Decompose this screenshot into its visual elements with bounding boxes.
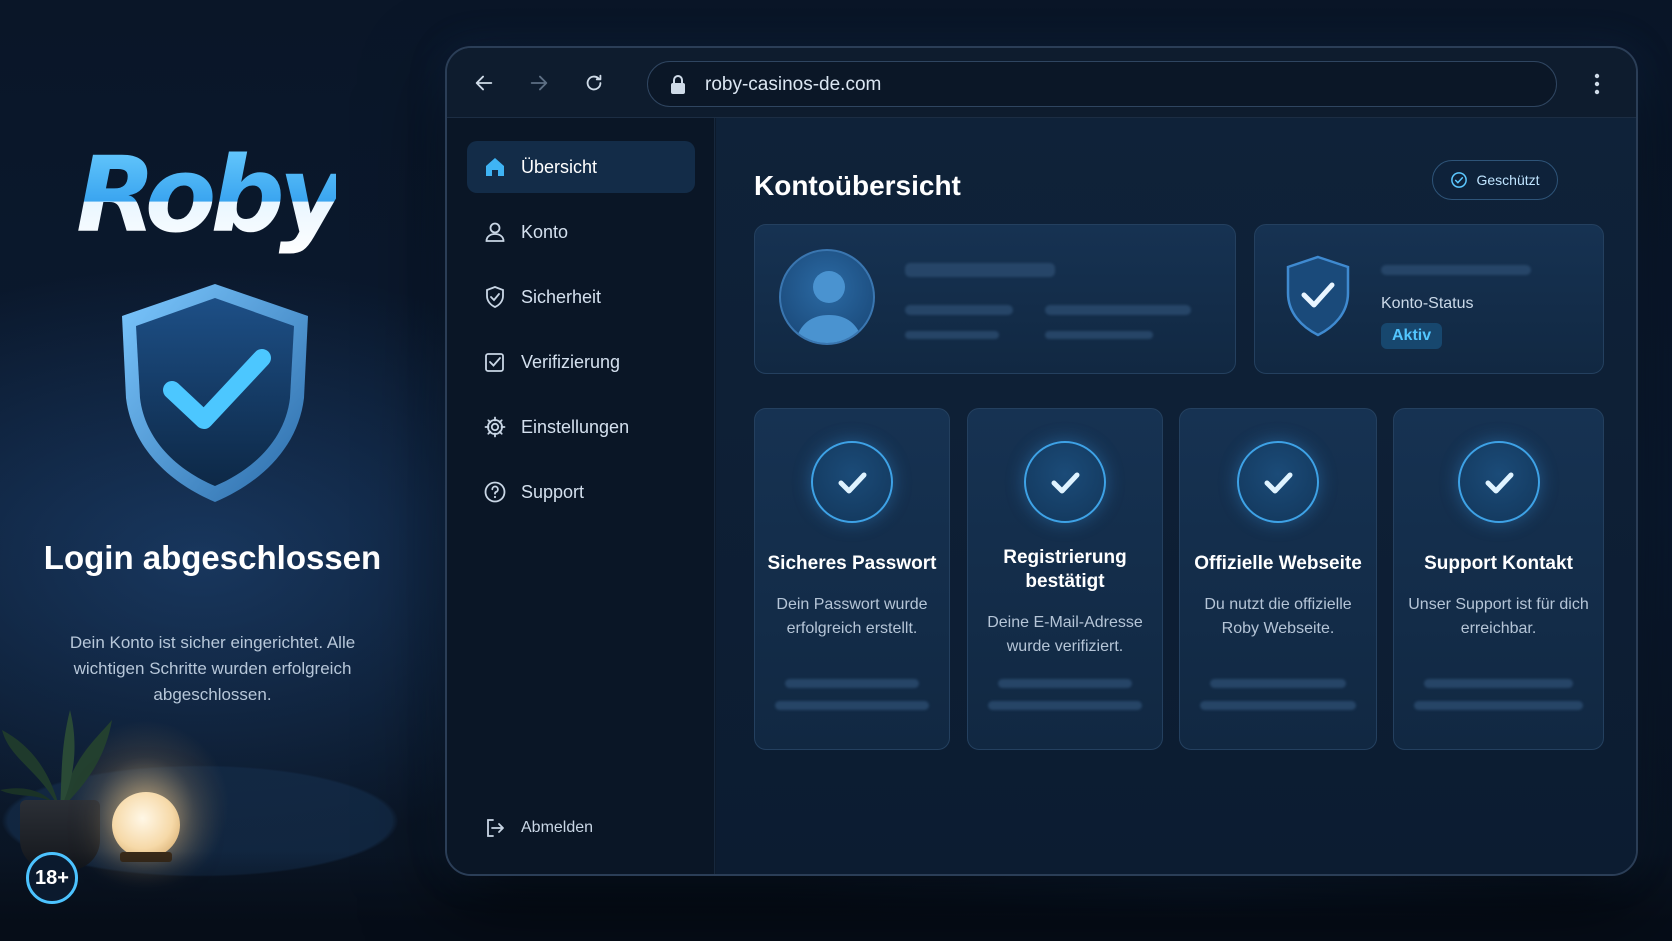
status-label: Konto-Status	[1381, 295, 1474, 312]
profile-card	[754, 224, 1236, 374]
placeholder-bar	[998, 679, 1132, 688]
checkbox-icon	[483, 350, 507, 374]
sidebar-item-konto[interactable]: Konto	[467, 206, 695, 258]
sidebar-item-label: Support	[521, 481, 585, 502]
placeholder-bar	[1424, 679, 1573, 688]
placeholder-bar	[1381, 265, 1531, 275]
forward-button[interactable]	[524, 68, 554, 98]
feature-card-registration: Registrierung bestätigt Deine E-Mail-Adr…	[967, 408, 1163, 750]
placeholder-bar	[905, 331, 999, 339]
placeholder-bar	[988, 701, 1142, 710]
hero-title: Login abgeschlossen	[43, 539, 382, 576]
feature-title: Support Kontakt	[1424, 553, 1573, 574]
sidebar: Übersicht Konto Sicherheit Verifizierung…	[447, 118, 715, 874]
check-circle-icon	[811, 441, 893, 523]
shield-check-icon	[122, 284, 308, 502]
feature-text: Dein Passwort wurde erfolgreich erstellt…	[776, 596, 928, 637]
feature-title: Registrierung bestätigt	[1003, 547, 1127, 592]
feature-title: Sicheres Passwort	[767, 553, 937, 574]
user-icon	[483, 220, 507, 244]
protected-label: Geschützt	[1476, 172, 1540, 188]
url-text: roby-casinos-de.com	[705, 74, 882, 95]
avatar	[779, 249, 875, 345]
placeholder-bar	[785, 679, 919, 688]
roby-logo: Roby	[76, 134, 347, 256]
back-button[interactable]	[469, 68, 499, 98]
placeholder-bar	[905, 263, 1055, 277]
arrow-left-icon	[475, 75, 493, 91]
address-bar[interactable]: roby-casinos-de.com	[647, 61, 1557, 107]
browser-toolbar: roby-casinos-de.com	[447, 48, 1636, 118]
shield-check-icon	[1286, 255, 1350, 337]
check-circle-icon	[1457, 441, 1540, 523]
arrow-right-icon	[530, 75, 548, 91]
user-avatar-icon	[795, 271, 863, 343]
sidebar-item-support[interactable]: Support	[467, 466, 695, 518]
logout-label: Abmelden	[521, 819, 594, 836]
main-content: Kontoübersicht Geschützt Konto-Status Ak…	[716, 118, 1636, 874]
hero-description: Dein Konto ist sicher eingerichtet. Alle…	[69, 633, 356, 704]
feature-text: Deine E-Mail-Adresse wurde verifiziert.	[987, 614, 1143, 655]
reload-icon	[586, 74, 602, 91]
home-icon	[483, 155, 507, 179]
status-badge: Aktiv	[1381, 323, 1443, 349]
sidebar-item-label: Übersicht	[521, 156, 598, 177]
page-title: Kontoübersicht	[754, 170, 961, 201]
more-vertical-icon[interactable]	[1590, 70, 1604, 98]
reload-button[interactable]	[579, 68, 609, 98]
age-restriction-badge: 18+	[26, 852, 78, 904]
placeholder-bar	[1045, 331, 1153, 339]
lock-icon	[671, 75, 685, 94]
hero-panel: Roby Login abgeschlossen Dein Konto ist …	[0, 0, 430, 941]
logout-icon	[483, 816, 507, 840]
help-circle-icon	[483, 480, 507, 504]
placeholder-bar	[1414, 701, 1583, 710]
placeholder-bar	[1045, 305, 1191, 315]
placeholder-bar	[1210, 679, 1346, 688]
logout-button[interactable]: Abmelden	[467, 808, 695, 848]
placeholder-bar	[905, 305, 1013, 315]
account-status-card: Konto-Status Aktiv	[1254, 224, 1604, 374]
check-circle-icon	[1451, 172, 1468, 188]
sidebar-item-label: Konto	[521, 221, 569, 242]
placeholder-bar	[775, 701, 929, 710]
sidebar-item-label: Einstellungen	[521, 416, 630, 437]
gear-icon	[483, 415, 507, 439]
feature-card-password: Sicheres Passwort Dein Passwort wurde er…	[754, 408, 950, 750]
sidebar-item-einstellungen[interactable]: Einstellungen	[467, 401, 695, 453]
sidebar-item-label: Verifizierung	[521, 351, 621, 372]
sidebar-item-verifizierung[interactable]: Verifizierung	[467, 336, 695, 388]
browser-window: roby-casinos-de.com Übersicht Konto Sich…	[445, 46, 1638, 876]
check-circle-icon	[1237, 441, 1319, 523]
sidebar-item-label: Sicherheit	[521, 286, 602, 307]
feature-text: Du nutzt die offizielle Roby Webseite.	[1204, 596, 1352, 637]
placeholder-bar	[1200, 701, 1356, 710]
feature-title: Offizielle Webseite	[1194, 553, 1362, 574]
sidebar-item-uebersicht[interactable]: Übersicht	[467, 141, 695, 193]
feature-card-official-website: Offizielle Webseite Du nutzt die offizie…	[1179, 408, 1377, 750]
sidebar-item-sicherheit[interactable]: Sicherheit	[467, 271, 695, 323]
feature-card-support: Support Kontakt Unser Support ist für di…	[1393, 408, 1604, 750]
protected-badge: Geschützt	[1432, 160, 1558, 200]
check-circle-icon	[1024, 441, 1106, 523]
feature-text: Unser Support ist für dich erreichbar.	[1408, 596, 1589, 637]
shield-icon	[483, 285, 507, 309]
